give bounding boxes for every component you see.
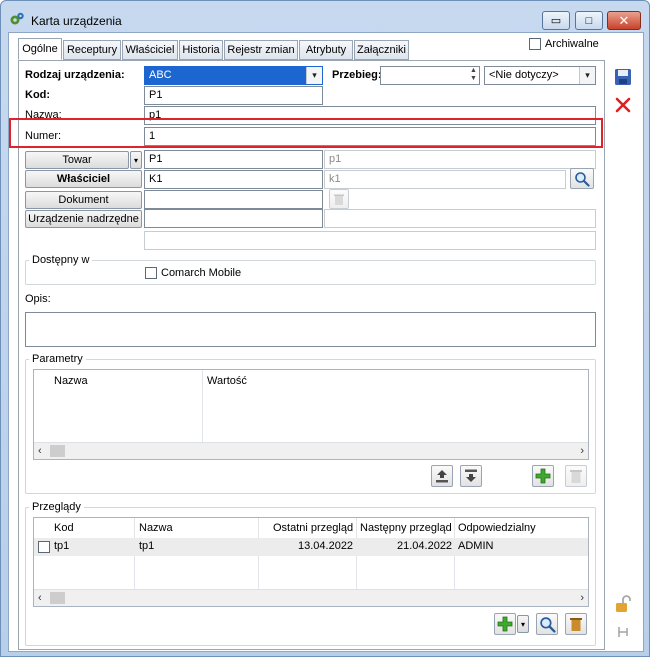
- archiwalne-checkbox[interactable]: [529, 38, 541, 50]
- przeglady-add-button[interactable]: [494, 613, 516, 635]
- numer-highlight-frame: [9, 118, 603, 148]
- scroll-left-icon[interactable]: ‹: [38, 445, 42, 457]
- przebieg-spinner-icon[interactable]: ▲ ▼: [468, 67, 479, 84]
- padlock-icon: [616, 595, 631, 612]
- trash-icon: [570, 470, 582, 483]
- save-button[interactable]: [612, 66, 634, 88]
- maximize-button[interactable]: □: [575, 11, 603, 30]
- trash-icon: [570, 618, 582, 631]
- scroll-right-icon[interactable]: ›: [580, 592, 584, 604]
- table-row[interactable]: tp1 tp1 13.04.2022 21.04.2022 ADMIN: [34, 538, 588, 556]
- kod-input[interactable]: P1: [144, 86, 323, 105]
- magnifier-icon: [575, 171, 590, 187]
- pin-icon: [618, 627, 628, 637]
- tab-atrybuty[interactable]: Atrybuty: [299, 40, 353, 60]
- minimize-button[interactable]: ▭: [542, 11, 570, 30]
- comarch-mobile-label: Comarch Mobile: [161, 267, 242, 279]
- parametry-col-nazwa: Nazwa: [54, 375, 88, 387]
- przeglady-col-nastepny: Następny przegląd: [360, 522, 452, 534]
- towar-button[interactable]: Towar: [25, 151, 129, 169]
- comarch-mobile-checkbox[interactable]: [145, 267, 157, 279]
- parametry-title: Parametry: [29, 353, 86, 365]
- tab-receptury[interactable]: Receptury: [63, 40, 121, 60]
- rodzaj-chevron-down-icon[interactable]: ▾: [306, 67, 322, 84]
- parametry-col-wartosc: Wartość: [207, 375, 247, 387]
- extra-info-field: [144, 231, 596, 250]
- urzadzenie-nadrzedne-input[interactable]: [144, 209, 323, 228]
- przeglady-delete-button[interactable]: [565, 613, 587, 635]
- rodzaj-select[interactable]: ABC: [144, 66, 323, 85]
- magnifier-icon: [539, 616, 556, 633]
- dokument-input[interactable]: [144, 190, 323, 209]
- upload-tray-icon: [436, 470, 448, 483]
- tab-wlasciciel[interactable]: Właściciel: [122, 40, 178, 60]
- scroll-right-icon[interactable]: ›: [580, 445, 584, 457]
- title-bar: Karta urządzenia ▭ □ ✕: [1, 1, 649, 31]
- przeglady-col-kod: Kod: [54, 522, 74, 534]
- urzadzenie-nadrzedne-button[interactable]: Urządzenie nadrzędne: [25, 210, 142, 228]
- przebieg-input[interactable]: [380, 66, 480, 85]
- przeglady-col-nazwa: Nazwa: [139, 522, 173, 534]
- urzadzenie-nadrzedne-name-field: [324, 209, 596, 228]
- close-icon: ✕: [618, 12, 630, 28]
- towar-name-field: p1: [324, 150, 596, 169]
- trash-icon: [334, 194, 344, 205]
- przeglady-hscrollbar[interactable]: ‹ ›: [34, 589, 588, 606]
- unit-chevron-down-icon[interactable]: ▾: [579, 67, 595, 84]
- minimize-icon: ▭: [550, 15, 562, 27]
- red-x-icon: [615, 97, 631, 113]
- import-button[interactable]: [431, 465, 453, 487]
- plus-icon: [535, 468, 551, 484]
- kod-label: Kod:: [25, 89, 51, 101]
- opis-textarea[interactable]: [25, 312, 596, 347]
- przeglady-col-odpowiedzialny: Odpowiedzialny: [458, 522, 536, 534]
- wlasciciel-name-field: k1: [324, 170, 566, 189]
- plus-icon: [497, 616, 513, 632]
- parametry-hscrollbar[interactable]: ‹ ›: [34, 442, 588, 459]
- wlasciciel-code-input[interactable]: K1: [144, 170, 323, 189]
- towar-menu-chevron-down-icon[interactable]: ▾: [130, 151, 142, 169]
- archiwalne-label: Archiwalne: [545, 38, 599, 50]
- wlasciciel-search-button[interactable]: [570, 168, 594, 189]
- przeglady-col-ostatni: Ostatni przegląd: [273, 522, 354, 534]
- tab-historia[interactable]: Historia: [179, 40, 223, 60]
- lock-button[interactable]: [612, 593, 634, 615]
- parametry-grid: Nazwa Wartość ‹ ›: [33, 369, 589, 460]
- device-card-window: Karta urządzenia ▭ □ ✕ Ogólne Receptury …: [0, 0, 650, 657]
- close-button[interactable]: ✕: [607, 11, 641, 30]
- dostepny-group: [25, 260, 596, 285]
- row-checkbox[interactable]: [38, 541, 50, 553]
- wlasciciel-button[interactable]: Właściciel: [25, 170, 142, 188]
- opis-label: Opis:: [25, 293, 51, 305]
- towar-code-input[interactable]: P1: [144, 150, 323, 169]
- maximize-icon: □: [585, 14, 593, 27]
- tab-pane-ogolne: Rodzaj urządzenia: ABC ▾ Przebieg: ▲ ▼ <N…: [18, 60, 605, 650]
- przeglady-grid: Kod Nazwa Ostatni przegląd Następny prze…: [33, 517, 589, 607]
- cancel-button[interactable]: [612, 94, 634, 116]
- parametry-delete-button[interactable]: [565, 465, 587, 487]
- floppy-disk-icon: [615, 69, 631, 85]
- tab-zalaczniki[interactable]: Załączniki: [354, 40, 409, 60]
- tab-rejestr-zmian[interactable]: Rejestr zmian: [224, 40, 298, 60]
- download-tray-icon: [465, 469, 477, 482]
- window-title: Karta urządzenia: [31, 14, 122, 28]
- add-menu-chevron-down-icon[interactable]: ▾: [517, 615, 529, 633]
- gears-icon: [10, 12, 24, 25]
- rodzaj-label: Rodzaj urządzenia:: [25, 69, 125, 81]
- export-button[interactable]: [460, 465, 482, 487]
- przeglady-title: Przeglądy: [29, 501, 84, 513]
- pin-button[interactable]: [612, 621, 634, 643]
- tab-ogolne[interactable]: Ogólne: [18, 38, 62, 60]
- scroll-left-icon[interactable]: ‹: [38, 592, 42, 604]
- dostepny-title: Dostępny w: [29, 254, 93, 266]
- dokument-button[interactable]: Dokument: [25, 191, 142, 209]
- przeglady-view-button[interactable]: [536, 613, 558, 635]
- przebieg-label: Przebieg:: [332, 69, 382, 81]
- dokument-delete-button[interactable]: [329, 189, 349, 209]
- parametry-add-button[interactable]: [532, 465, 554, 487]
